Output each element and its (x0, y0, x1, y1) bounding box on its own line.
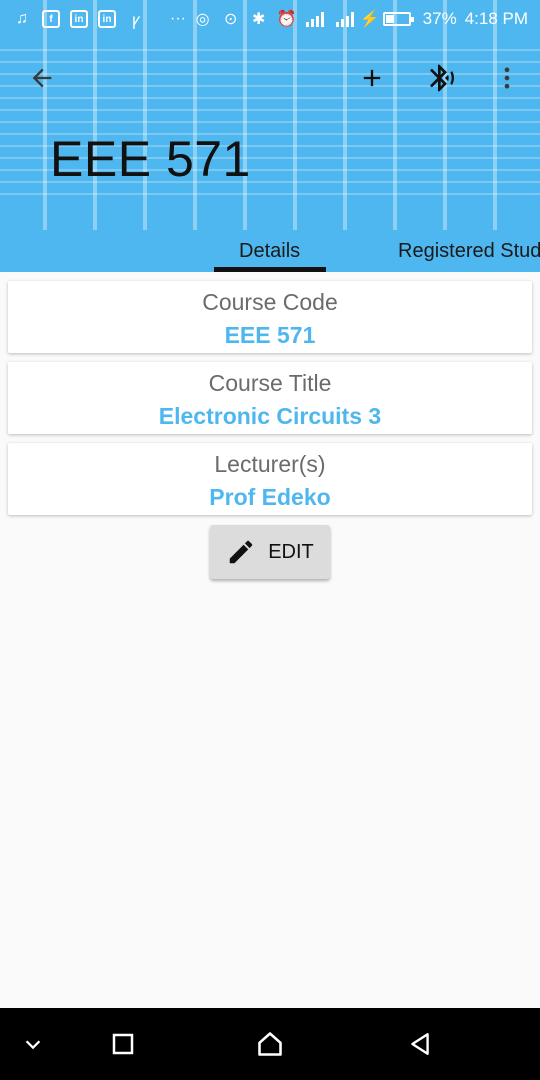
nav-collapse-button[interactable] (15, 1026, 51, 1062)
bluetooth-icon: ✱ (251, 11, 266, 28)
course-title-value: Electronic Circuits 3 (158, 403, 382, 429)
tab-details[interactable]: Details (239, 230, 300, 272)
nav-back-button[interactable] (402, 1026, 438, 1062)
nav-recents-button[interactable] (105, 1026, 141, 1062)
course-code-value: EEE 571 (224, 322, 316, 348)
app-header: ♫ f in in ꝩ ··· ◎ ⊙ ✱ ⏰ ⚡ 37% 4:18 PM EE… (0, 0, 540, 272)
back-button[interactable] (22, 58, 62, 98)
location-icon: ⊙ (223, 11, 238, 28)
battery-level (385, 15, 394, 23)
pencil-icon (229, 540, 253, 564)
more-vertical-icon (504, 67, 510, 89)
tab-bar: Details Registered Stud (0, 230, 540, 272)
lecturer-card: Lecturer(s) Prof Edeko (8, 443, 532, 515)
facebook-icon: f (42, 10, 60, 28)
linkedin-icon: in (70, 10, 88, 28)
edit-button[interactable]: EDIT (210, 525, 330, 579)
lecturer-value: Prof Edeko (209, 484, 331, 510)
signal-icon (305, 12, 324, 27)
charging-icon: ⚡ (359, 11, 380, 28)
recents-square-icon (112, 1033, 134, 1055)
tab-registered-students[interactable]: Registered Stud (398, 230, 540, 272)
alarm-icon: ⏰ (276, 11, 297, 28)
edit-label: EDIT (268, 540, 314, 563)
nav-home-button[interactable] (252, 1026, 288, 1062)
chevron-down-icon (25, 1040, 41, 1050)
page-title: EEE 571 (50, 131, 251, 187)
status-bar: ♫ f in in ꝩ ··· ◎ ⊙ ✱ ⏰ ⚡ 37% 4:18 PM (0, 0, 540, 40)
bluetooth-connect-button[interactable] (422, 58, 462, 98)
lecturer-label: Lecturer(s) (214, 451, 326, 477)
overflow-menu-button[interactable] (487, 58, 527, 98)
app-icon: ꝩ (131, 12, 141, 29)
course-code-card: Course Code EEE 571 (8, 281, 532, 353)
tab-indicator (214, 267, 326, 272)
bluetooth-connect-icon (430, 64, 455, 92)
signal-icon (335, 12, 354, 27)
arrow-left-icon (32, 68, 52, 88)
add-button[interactable] (352, 58, 392, 98)
clock: 4:18 PM (464, 9, 528, 28)
plus-icon (363, 69, 381, 87)
battery-percent: 37% (422, 9, 457, 28)
home-icon (258, 1032, 282, 1056)
back-triangle-icon (411, 1033, 429, 1055)
music-note-icon: ♫ (16, 10, 28, 27)
course-code-label: Course Code (202, 289, 338, 315)
hotspot-icon: ◎ (195, 11, 210, 28)
navigation-bar (0, 1008, 540, 1080)
battery-icon (382, 12, 414, 26)
course-title-card: Course Title Electronic Circuits 3 (8, 362, 532, 434)
course-title-label: Course Title (208, 370, 332, 396)
linkedin-icon: in (98, 10, 116, 28)
more-dots-icon: ··· (170, 10, 186, 27)
